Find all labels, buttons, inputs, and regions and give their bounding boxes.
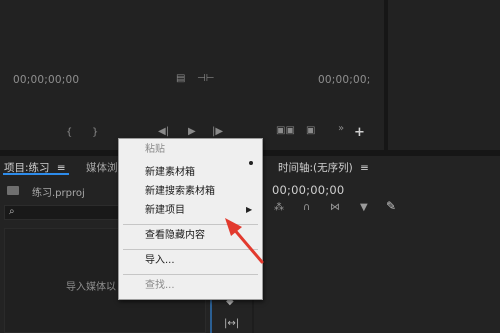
- fit-icon[interactable]: ▤: [176, 73, 185, 85]
- source-timecode[interactable]: 00;00;00;00: [13, 74, 79, 86]
- menu-item-paste[interactable]: 粘贴: [119, 141, 262, 159]
- linked-selection-icon[interactable]: ⋈: [330, 202, 340, 214]
- wrench-icon[interactable]: ✎: [386, 200, 396, 212]
- timeline-tab-label: 时间轴:(无序列): [278, 162, 353, 174]
- menu-item-import[interactable]: 导入...: [119, 252, 262, 270]
- search-input[interactable]: [4, 205, 120, 220]
- menu-item-find[interactable]: 查找...: [119, 277, 262, 295]
- active-tab-underline: [3, 173, 69, 175]
- timeline-tab[interactable]: 时间轴:(无序列) ≡: [278, 160, 369, 175]
- step-forward-icon[interactable]: |▶: [212, 126, 223, 138]
- program-timecode[interactable]: 00;00;00;: [318, 74, 371, 86]
- media-browser-tab[interactable]: 媒体浏: [86, 160, 118, 175]
- program-monitor: [388, 0, 500, 150]
- slip-tool-icon[interactable]: |↔|: [224, 318, 239, 330]
- timeline-tab-menu-icon[interactable]: ≡: [360, 162, 369, 174]
- menu-separator: [123, 224, 258, 225]
- mark-out-icon[interactable]: }: [92, 127, 98, 139]
- menu-separator: [123, 249, 258, 250]
- menu-separator: [123, 274, 258, 275]
- audio-waveform-icon[interactable]: ⊣⊢: [197, 73, 214, 85]
- menu-item-new-bin[interactable]: 新建素材箱: [119, 164, 262, 182]
- step-back-icon[interactable]: ◀|: [158, 126, 169, 138]
- submenu-arrow-icon: ▶: [246, 205, 253, 214]
- monitor-divider: [384, 0, 388, 155]
- overwrite-icon[interactable]: ▣: [306, 125, 315, 137]
- folder-icon: [7, 186, 19, 195]
- timeline-timecode[interactable]: 00;00;00;00: [272, 183, 344, 197]
- context-menu: 粘贴 新建素材箱 新建搜索素材箱 新建项目 ▶ 查看隐藏内容 导入... 查找.…: [118, 138, 263, 300]
- marker-icon[interactable]: ▼: [360, 202, 368, 214]
- menu-item-view-hidden[interactable]: 查看隐藏内容: [119, 227, 262, 245]
- add-button-icon[interactable]: +: [354, 126, 365, 139]
- import-media-hint: 导入媒体以: [66, 282, 116, 293]
- snap-icon[interactable]: ∩: [303, 202, 310, 214]
- project-file-name: 练习.prproj: [32, 188, 85, 199]
- mark-in-icon[interactable]: {: [66, 127, 72, 139]
- more-controls-icon[interactable]: »: [338, 123, 344, 135]
- search-icon: ⌕: [9, 206, 15, 217]
- nest-icon[interactable]: ⁂: [274, 202, 284, 214]
- insert-icon[interactable]: ▣▣: [276, 125, 295, 137]
- menu-item-new-item[interactable]: 新建项目: [119, 202, 262, 220]
- play-icon[interactable]: ▶: [188, 126, 196, 138]
- menu-item-new-search-bin[interactable]: 新建搜索素材箱: [119, 183, 262, 201]
